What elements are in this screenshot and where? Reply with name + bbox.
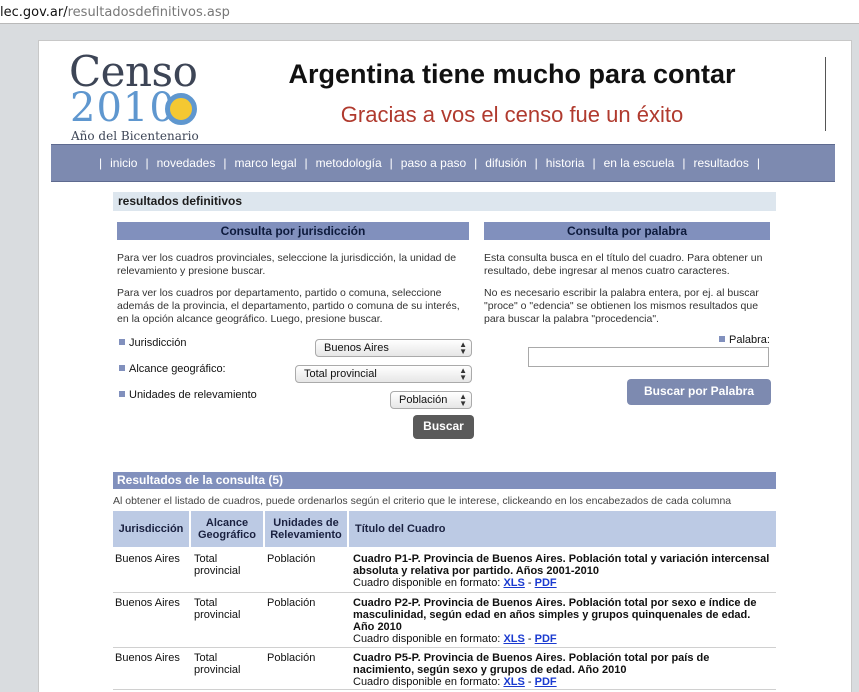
nav-item-marco-legal[interactable]: marco legal	[234, 156, 296, 170]
results-bar: Resultados de la consulta (5)	[113, 472, 776, 489]
disponible-text: Cuadro disponible en formato:	[353, 577, 501, 589]
nav-item-inicio[interactable]: inicio	[110, 156, 137, 170]
cell-unidades: Población	[267, 652, 316, 664]
alcance-select-value: Total provincial	[304, 368, 377, 380]
link-separator: -	[527, 676, 532, 688]
jurisdiccion-intro-2: Para ver los cuadros por departamento, p…	[117, 287, 460, 325]
cell-unidades: Población	[267, 597, 316, 609]
logo-subtitle: Año del Bicentenario	[71, 129, 199, 143]
col-header-titulo[interactable]: Título del Cuadro	[349, 511, 776, 547]
sun-icon	[165, 93, 197, 125]
censo-logo[interactable]: Censo 2010 Año del Bicentenario	[69, 47, 199, 143]
xls-link[interactable]: XLS	[503, 676, 524, 688]
logo-year: 2010	[70, 85, 176, 131]
palabra-intro: Esta consulta busca en el título del cua…	[484, 252, 763, 277]
pdf-link[interactable]: PDF	[535, 676, 557, 688]
col-header-alcance[interactable]: Alcance Geográfico	[191, 511, 263, 547]
nav-separator: |	[145, 156, 149, 170]
cell-titulo: Cuadro P5-P. Provincia de Buenos Aires. …	[353, 652, 773, 688]
cell-jurisdiccion: Buenos Aires	[115, 652, 180, 664]
nav-item-resultados[interactable]: resultados	[693, 156, 748, 170]
nav-item-novedades[interactable]: novedades	[157, 156, 216, 170]
buscar-button[interactable]: Buscar	[413, 415, 474, 439]
cell-titulo: Cuadro P2-P. Provincia de Buenos Aires. …	[353, 597, 773, 645]
cell-jurisdiccion: Buenos Aires	[115, 597, 180, 609]
cell-alcance: Total provincial	[194, 652, 241, 676]
link-separator: -	[527, 577, 532, 589]
nav-item-en-la-escuela[interactable]: en la escuela	[604, 156, 675, 170]
xls-link[interactable]: XLS	[503, 577, 524, 589]
nav-item-paso-a-paso[interactable]: paso a paso	[401, 156, 466, 170]
disponible-text: Cuadro disponible en formato:	[353, 633, 501, 645]
palabra-label: Palabra:	[719, 334, 770, 346]
select-arrows-icon: ▲ ▼	[459, 340, 467, 356]
main-nav: | inicio | novedades | marco legal | met…	[51, 144, 835, 182]
url-path: resultadosdefinitivos.asp	[67, 5, 230, 20]
page-tagline: Gracias a vos el censo fue un éxito	[340, 102, 684, 127]
cell-titulo: Cuadro P1-P. Provincia de Buenos Aires. …	[353, 553, 773, 589]
col-header-unidades[interactable]: Unidades de Relevamiento	[265, 511, 347, 547]
nav-separator: |	[99, 156, 103, 170]
bullet-icon	[119, 391, 125, 397]
alcance-label: Alcance geográfico:	[119, 363, 226, 375]
row-divider	[113, 592, 776, 593]
bullet-icon	[719, 336, 725, 342]
col-header-jurisdiccion[interactable]: Jurisdicción	[113, 511, 189, 547]
titulo-text: Cuadro P5-P. Provincia de Buenos Aires. …	[353, 652, 710, 676]
nav-separator: |	[223, 156, 227, 170]
link-separator: -	[527, 633, 532, 645]
nav-separator: |	[592, 156, 596, 170]
titulo-text: Cuadro P1-P. Provincia de Buenos Aires. …	[353, 553, 770, 577]
nav-separator: |	[474, 156, 478, 170]
results-note: Al obtener el listado de cuadros, puede …	[113, 495, 732, 507]
nav-separator: |	[756, 156, 760, 170]
nav-item-metodologia[interactable]: metodología	[316, 156, 382, 170]
address-bar[interactable]: lec.gov.ar/resultadosdefinitivos.asp	[0, 0, 859, 24]
row-divider	[113, 689, 776, 690]
jurisdiccion-select[interactable]: Buenos Aires ▲ ▼	[315, 339, 472, 357]
palabra-heading: Consulta por palabra	[484, 222, 770, 240]
row-divider	[113, 647, 776, 648]
unidades-select[interactable]: Población ▲ ▼	[390, 391, 472, 409]
cell-alcance: Total provincial	[194, 597, 241, 621]
bullet-icon	[119, 365, 125, 371]
nav-item-difusion[interactable]: difusión	[485, 156, 526, 170]
titulo-text: Cuadro P2-P. Provincia de Buenos Aires. …	[353, 597, 757, 633]
palabra-intro-2: No es necesario escribir la palabra ente…	[484, 287, 759, 325]
cell-alcance: Total provincial	[194, 553, 241, 577]
jurisdiccion-heading: Consulta por jurisdicción	[117, 222, 469, 240]
pdf-link[interactable]: PDF	[535, 577, 557, 589]
bullet-icon	[119, 339, 125, 345]
page-sheet: Censo 2010 Año del Bicentenario Argentin…	[38, 40, 852, 692]
buscar-por-palabra-button[interactable]: Buscar por Palabra	[627, 379, 771, 405]
url-host: lec.gov.ar/	[0, 5, 68, 20]
unidades-select-value: Población	[399, 394, 448, 406]
select-arrows-icon: ▲ ▼	[459, 392, 467, 408]
nav-separator: |	[389, 156, 393, 170]
alcance-select[interactable]: Total provincial ▲ ▼	[295, 365, 472, 383]
cell-jurisdiccion: Buenos Aires	[115, 553, 180, 565]
palabra-input[interactable]	[528, 347, 769, 367]
cell-unidades: Población	[267, 553, 316, 565]
select-arrows-icon: ▲ ▼	[459, 366, 467, 382]
unidades-label: Unidades de relevamiento	[119, 389, 257, 401]
section-title: resultados definitivos	[113, 192, 776, 211]
xls-link[interactable]: XLS	[503, 633, 524, 645]
page-headline: Argentina tiene mucho para contar	[288, 59, 736, 89]
address-url[interactable]: lec.gov.ar/resultadosdefinitivos.asp	[0, 5, 230, 20]
disponible-text: Cuadro disponible en formato:	[353, 676, 501, 688]
pdf-link[interactable]: PDF	[535, 633, 557, 645]
nav-item-historia[interactable]: historia	[546, 156, 585, 170]
nav-separator: |	[304, 156, 308, 170]
header-divider	[825, 57, 826, 131]
nav-separator: |	[682, 156, 686, 170]
jurisdiccion-select-value: Buenos Aires	[324, 342, 389, 354]
jurisdiccion-label: Jurisdicción	[119, 337, 186, 349]
jurisdiccion-intro: Para ver los cuadros provinciales, selec…	[117, 252, 457, 277]
nav-separator: |	[534, 156, 538, 170]
